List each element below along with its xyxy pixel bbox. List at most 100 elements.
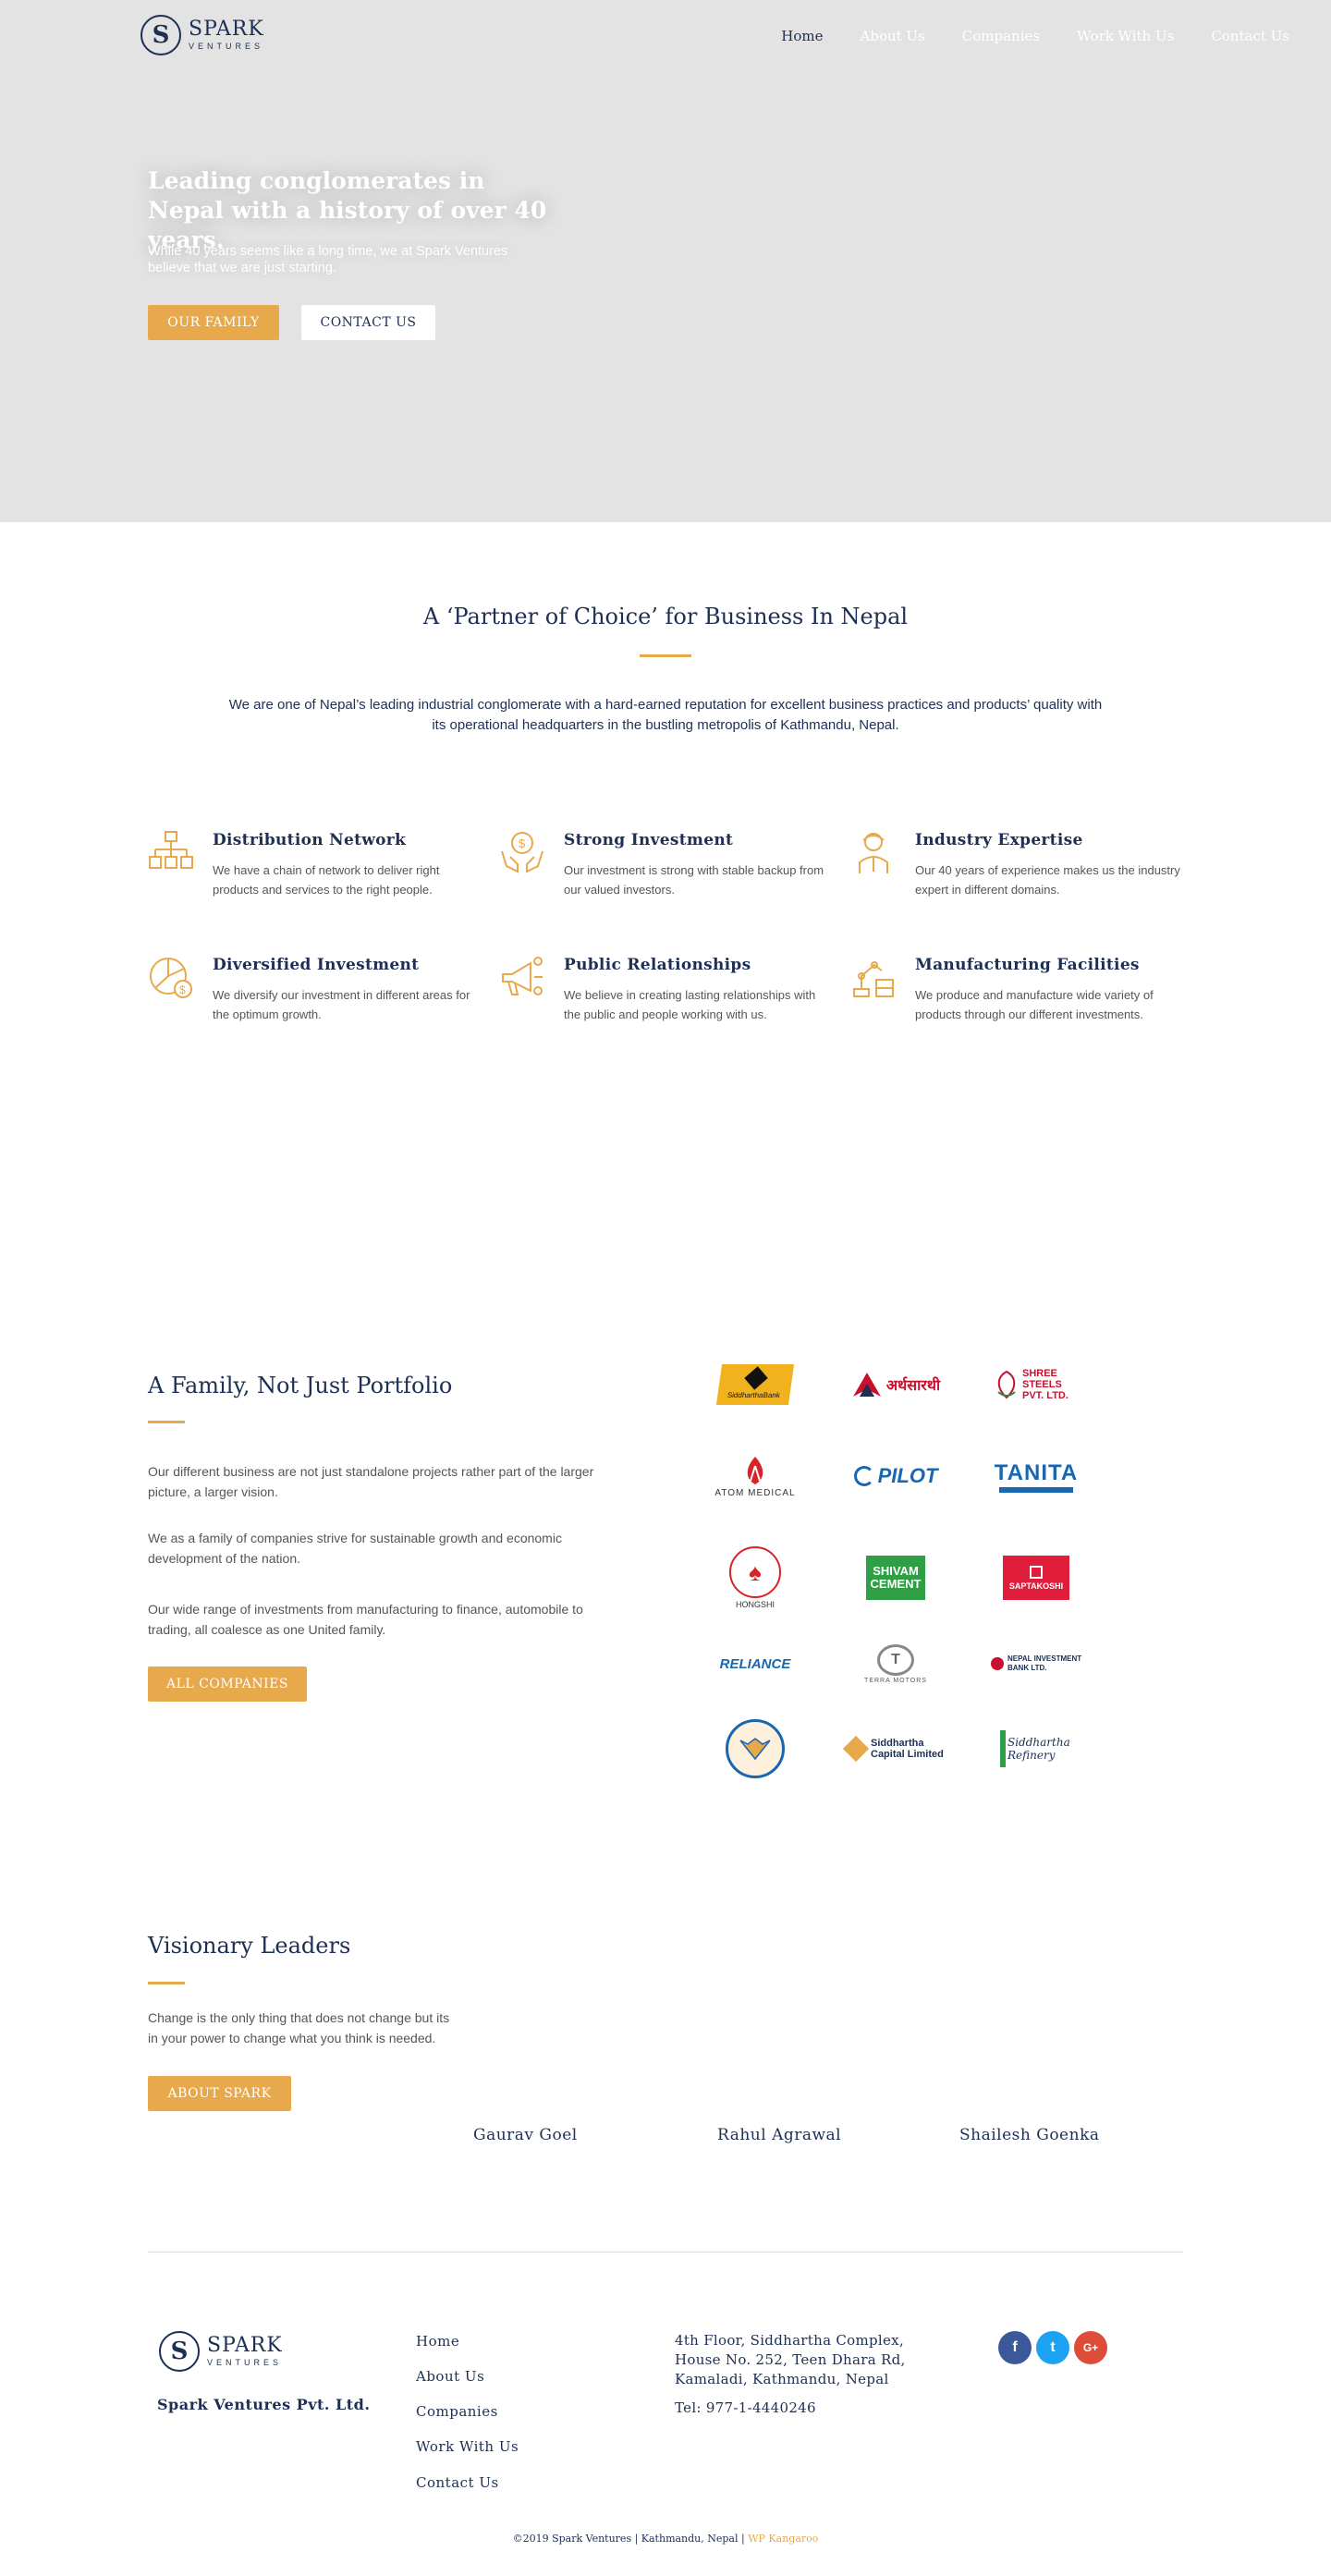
logo-tagline: VENTURES bbox=[189, 42, 264, 51]
footer-company-name: Spark Ventures Pvt. Ltd. bbox=[157, 2396, 371, 2413]
partner-title: A ‘Partner of Choice’ for Business In Ne… bbox=[422, 604, 909, 629]
nepal-investment-bank-logo[interactable]: NEPAL INVESTMENT BANK LTD. bbox=[985, 1631, 1096, 1696]
family-paragraph: Our wide range of investments from manuf… bbox=[148, 1602, 583, 1637]
diversified-chart-icon: $ bbox=[150, 958, 192, 998]
logo-label: ATOM MEDICAL bbox=[714, 1487, 796, 1498]
tanita-logo[interactable]: TANITA bbox=[985, 1444, 1087, 1508]
feature-title: Public Relationships bbox=[564, 956, 751, 974]
megaphone-icon bbox=[502, 957, 543, 995]
feature-title: Industry Expertise bbox=[915, 831, 1083, 849]
leader-name: Shailesh Goenka bbox=[959, 2126, 1100, 2144]
leaders-text: Change is the only thing that does not c… bbox=[148, 2010, 450, 2045]
copyright: ©2019 Spark Ventures | Kathmandu, Nepal … bbox=[0, 2533, 1331, 2545]
nav-contact-us[interactable]: Contact Us bbox=[1211, 28, 1289, 44]
distribution-network-icon bbox=[149, 831, 193, 869]
logo-label: Siddhartha Capital Limited bbox=[871, 1738, 944, 1760]
header-logo[interactable]: S SPARK VENTURES bbox=[140, 15, 264, 55]
feature-text: We diversify our investment in different… bbox=[213, 988, 470, 1021]
leader-name: Rahul Agrawal bbox=[717, 2126, 842, 2144]
feature-text: We have a chain of network to deliver ri… bbox=[213, 863, 440, 897]
feature-diversified-investment: $ Diversified Investment We diversify ou… bbox=[148, 954, 481, 1037]
expert-person-icon bbox=[859, 833, 888, 873]
nav-companies[interactable]: Companies bbox=[962, 28, 1040, 44]
hero-title: Leading conglomerates in Nepal with a hi… bbox=[148, 167, 547, 253]
feature-text: We produce and manufacture wide variety … bbox=[915, 988, 1154, 1021]
shivam-cement-logo[interactable]: SHIVAM CEMENT bbox=[845, 1541, 946, 1615]
logo-label: अर्थसारथी bbox=[885, 1378, 941, 1394]
reliance-logo[interactable]: RELIANCE bbox=[704, 1631, 806, 1696]
footer-link-home[interactable]: Home bbox=[416, 2333, 459, 2350]
investment-hands-icon: $ bbox=[501, 832, 543, 873]
factory-robot-icon bbox=[853, 961, 894, 997]
family-paragraph: We as a family of companies strive for s… bbox=[148, 1531, 562, 1566]
nav-work-with-us[interactable]: Work With Us bbox=[1077, 28, 1174, 44]
main-nav: Home About Us Companies Work With Us Con… bbox=[781, 28, 1289, 44]
feature-public-relationships: Public Relationships We believe in creat… bbox=[499, 954, 832, 1037]
leader-name: Gaurav Goel bbox=[473, 2126, 578, 2144]
feature-text: Our 40 years of experience makes us the … bbox=[915, 863, 1180, 897]
partner-text: We are one of Nepal’s leading industrial… bbox=[228, 697, 1103, 733]
hero-subtitle: While 40 years seems like a long time, w… bbox=[148, 244, 508, 275]
feature-distribution-network: Distribution Network We have a chain of … bbox=[148, 829, 481, 912]
footer-link-companies[interactable]: Companies bbox=[416, 2403, 498, 2420]
hongshi-cement-logo[interactable]: ♠ HONGSHI bbox=[704, 1541, 806, 1615]
shree-steels-logo[interactable]: SHREE STEELS PVT. LTD. bbox=[985, 1352, 1087, 1417]
footer-link-contact-us[interactable]: Contact Us bbox=[416, 2474, 499, 2491]
family-title: A Family, Not Just Portfolio bbox=[148, 1373, 453, 1398]
nav-about-us[interactable]: About Us bbox=[861, 28, 925, 44]
siddhartha-bank-logo[interactable]: SiddharthaBank bbox=[704, 1352, 806, 1417]
about-spark-button[interactable]: ABOUT SPARK bbox=[148, 2076, 291, 2111]
logo-label: RELIANCE bbox=[719, 1655, 791, 1672]
feature-title: Strong Investment bbox=[564, 831, 734, 849]
siddhartha-refinery-logo[interactable]: Siddhartha Refinery bbox=[985, 1716, 1087, 1781]
our-family-button[interactable]: OUR FAMILY bbox=[148, 305, 279, 340]
credit-link[interactable]: WP Kangaroo bbox=[748, 2533, 818, 2545]
atom-medical-logo[interactable]: ATOM MEDICAL bbox=[704, 1444, 806, 1508]
logo-label: Siddhartha Refinery bbox=[1007, 1736, 1070, 1762]
family-paragraph: Our different business are not just stan… bbox=[148, 1464, 594, 1499]
feature-title: Diversified Investment bbox=[213, 956, 420, 974]
feature-title: Manufacturing Facilities bbox=[915, 956, 1140, 974]
twitter-icon[interactable]: t bbox=[1036, 2331, 1069, 2364]
logo-label: SAPTAKOSHI bbox=[1008, 1581, 1064, 1591]
footer-address-line: House No. 252, Teen Dhara Rd, bbox=[675, 2351, 906, 2368]
footer-link-work-with-us[interactable]: Work With Us bbox=[416, 2438, 519, 2455]
logo-label: SHIVAM CEMENT bbox=[870, 1564, 922, 1591]
logo-label: TERRA MOTORS bbox=[864, 1677, 927, 1684]
footer-address-line: 4th Floor, Siddhartha Complex, bbox=[675, 2332, 905, 2349]
feature-title: Distribution Network bbox=[213, 831, 407, 849]
logo-label: PILOT bbox=[877, 1464, 938, 1487]
logo-name: SPARK bbox=[189, 18, 264, 41]
logo-label: TANITA bbox=[994, 1459, 1079, 1485]
footer-phone: Tel: 977-1-4440246 bbox=[675, 2399, 816, 2416]
logo-label: SHREE STEELS PVT. LTD. bbox=[1022, 1368, 1068, 1401]
footer-address-line: Kamaladi, Kathmandu, Nepal bbox=[675, 2371, 889, 2387]
pilot-logo[interactable]: PILOT bbox=[845, 1444, 946, 1508]
terra-motors-logo[interactable]: T TERRA MOTORS bbox=[845, 1631, 946, 1696]
leaders-title: Visionary Leaders bbox=[148, 1933, 351, 1959]
logo-label: HONGSHI bbox=[735, 1600, 775, 1609]
logo-label: NEPAL INVESTMENT BANK LTD. bbox=[1007, 1654, 1082, 1672]
partner-divider bbox=[640, 654, 691, 657]
siddhartha-capital-logo[interactable]: Siddhartha Capital Limited bbox=[837, 1716, 954, 1781]
all-companies-button[interactable]: ALL COMPANIES bbox=[148, 1666, 307, 1702]
svg-text:$: $ bbox=[519, 836, 526, 850]
logo-label: SiddharthaBank bbox=[727, 1391, 781, 1399]
arthasarathi-logo[interactable]: अर्थसारथी bbox=[845, 1352, 946, 1417]
feature-industry-expertise: Industry Expertise Our 40 years of exper… bbox=[850, 829, 1183, 912]
contact-us-button[interactable]: CONTACT US bbox=[301, 305, 435, 340]
logo-tagline: VENTURES bbox=[207, 2358, 283, 2367]
footer-link-about-us[interactable]: About Us bbox=[416, 2368, 484, 2385]
svg-text:$: $ bbox=[179, 983, 186, 996]
saptakoshi-cement-logo[interactable]: SAPTAKOSHI bbox=[985, 1541, 1087, 1615]
siddhartha-cement-logo[interactable] bbox=[704, 1716, 806, 1781]
google-plus-icon[interactable]: G+ bbox=[1074, 2331, 1107, 2364]
feature-strong-investment: $ Strong Investment Our investment is st… bbox=[499, 829, 832, 912]
footer-logo[interactable]: S SPARK VENTURES bbox=[159, 2331, 283, 2372]
leaders-divider bbox=[148, 1982, 185, 1984]
feature-manufacturing-facilities: Manufacturing Facilities We produce and … bbox=[850, 954, 1183, 1037]
family-divider bbox=[148, 1421, 185, 1423]
nav-home[interactable]: Home bbox=[781, 28, 823, 44]
feature-text: Our investment is strong with stable bac… bbox=[564, 863, 824, 897]
facebook-icon[interactable]: f bbox=[998, 2331, 1032, 2364]
